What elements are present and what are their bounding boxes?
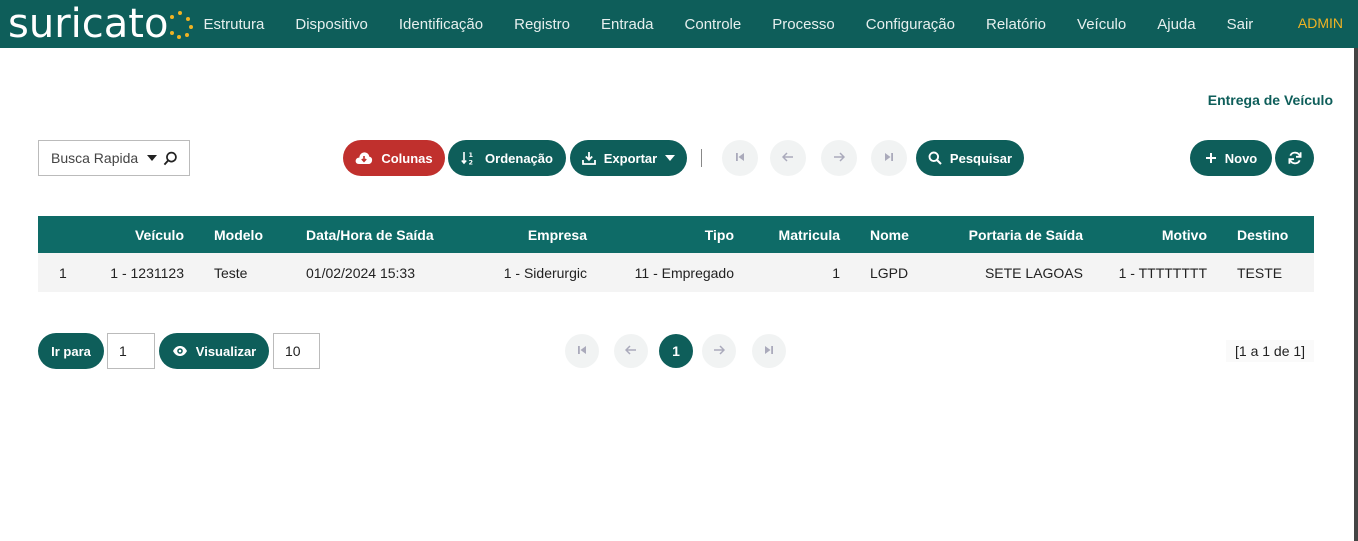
nav-configuracao[interactable]: Configuração (850, 16, 970, 33)
view-button[interactable]: Visualizar (159, 333, 269, 369)
search-icon (928, 151, 942, 165)
footer-last-page-button[interactable] (752, 334, 786, 368)
view-label: Visualizar (195, 343, 257, 359)
table-row[interactable]: 1 1 - 1231123 Teste 01/02/2024 15:33 1 -… (38, 253, 1314, 292)
caret-down-icon (665, 155, 676, 161)
cell-data-hora-saida: 01/02/2024 15:33 (306, 264, 415, 281)
plus-icon (1205, 152, 1217, 164)
first-page-button[interactable] (722, 140, 758, 176)
nav-veiculo[interactable]: Veículo (1062, 16, 1142, 33)
page-number-button[interactable]: 1 (659, 334, 693, 368)
first-page-icon (577, 342, 587, 360)
arrow-left-icon (624, 342, 637, 360)
nav-registro[interactable]: Registro (499, 16, 586, 33)
record-count: [1 a 1 de 1] (1226, 340, 1315, 362)
nav-sair[interactable]: Sair (1211, 16, 1269, 33)
header-destino[interactable]: Destino (1237, 216, 1314, 253)
nav-estrutura[interactable]: Estrutura (188, 16, 280, 33)
table-header: Veículo Modelo Data/Hora de Saída Empres… (38, 216, 1314, 253)
header-tipo[interactable]: Tipo (618, 216, 734, 253)
search-button[interactable]: Pesquisar (916, 140, 1024, 176)
last-page-button[interactable] (871, 140, 907, 176)
page-size-input[interactable]: 10 (273, 333, 320, 369)
go-to-page-input[interactable]: 1 (107, 333, 155, 369)
arrow-right-icon (833, 149, 846, 167)
search-label: Pesquisar (949, 150, 1013, 166)
export-button[interactable]: Exportar (570, 140, 687, 176)
nav-processo[interactable]: Processo (757, 16, 851, 33)
columns-label: Colunas (381, 150, 433, 166)
columns-button[interactable]: Colunas (343, 140, 445, 176)
nav-entrada[interactable]: Entrada (585, 16, 669, 33)
footer-previous-page-button[interactable] (614, 334, 648, 368)
cell-motivo: 1 - TTTTTTTT (1118, 264, 1207, 281)
search-icon[interactable] (163, 151, 178, 169)
header-matricula[interactable]: Matricula (758, 216, 840, 253)
nav-controle[interactable]: Controle (669, 16, 757, 33)
arrow-left-icon (781, 149, 794, 167)
suricato-logo[interactable]: suricato (8, 2, 194, 46)
sort-numeric-icon: 12 (461, 151, 477, 165)
sort-label: Ordenação (485, 150, 553, 166)
nav-identificacao[interactable]: Identificação (383, 16, 498, 33)
new-label: Novo (1224, 150, 1258, 166)
previous-page-button[interactable] (770, 140, 806, 176)
export-label: Exportar (603, 150, 658, 166)
header-index (38, 216, 62, 253)
vertical-scrollbar[interactable] (1354, 48, 1358, 541)
cell-destino: TESTE (1237, 264, 1283, 281)
header-motivo[interactable]: Motivo (1108, 216, 1207, 253)
cell-veiculo: 1 - 1231123 (110, 264, 184, 281)
header-data-hora-saida[interactable]: Data/Hora de Saída (306, 216, 466, 253)
main-menu: Estrutura Dispositivo Identificação Regi… (188, 0, 1269, 48)
go-to-page-button[interactable]: Ir para (38, 333, 104, 369)
header-modelo[interactable]: Modelo (214, 216, 304, 253)
footer-first-page-button[interactable] (565, 334, 599, 368)
refresh-button[interactable] (1275, 140, 1314, 176)
cell-matricula: 1 (832, 264, 840, 281)
quick-search-input[interactable]: Busca Rapida (38, 140, 190, 176)
data-table: Veículo Modelo Data/Hora de Saída Empres… (38, 216, 1314, 292)
header-veiculo[interactable]: Veículo (98, 216, 184, 253)
cloud-download-icon (355, 151, 373, 165)
header-empresa[interactable]: Empresa (468, 216, 587, 253)
first-page-icon (735, 149, 745, 167)
cell-portaria-saida: SETE LAGOAS (984, 264, 1083, 281)
refresh-icon (1288, 151, 1302, 165)
last-page-icon (764, 342, 774, 360)
top-navbar: suricato Estrutura Dispositivo Identific… (0, 0, 1358, 48)
new-button[interactable]: Novo (1190, 140, 1272, 176)
page-title: Entrega de Veículo (1207, 92, 1333, 108)
download-icon (581, 151, 596, 165)
header-portaria-saida[interactable]: Portaria de Saída (942, 216, 1083, 253)
nav-ajuda[interactable]: Ajuda (1142, 16, 1211, 33)
arrow-right-icon (713, 342, 726, 360)
svg-text:2: 2 (469, 159, 474, 166)
user-name[interactable]: ADMIN (1298, 15, 1343, 31)
cell-modelo: Teste (214, 264, 248, 281)
cell-tipo: 11 - Empregado (634, 264, 734, 281)
caret-down-icon[interactable] (147, 155, 157, 161)
footer-next-page-button[interactable] (702, 334, 736, 368)
cell-empresa: 1 - Siderurgic (503, 264, 587, 281)
eye-icon (172, 345, 188, 357)
cell-index: 1 (59, 264, 67, 281)
logo-text: suricato (8, 1, 169, 47)
toolbar-divider (701, 149, 702, 167)
last-page-icon (884, 149, 894, 167)
nav-dispositivo[interactable]: Dispositivo (280, 16, 384, 33)
next-page-button[interactable] (821, 140, 857, 176)
quick-search-placeholder: Busca Rapida (51, 150, 139, 166)
nav-relatorio[interactable]: Relatório (971, 16, 1062, 33)
sort-button[interactable]: 12 Ordenação (448, 140, 566, 176)
